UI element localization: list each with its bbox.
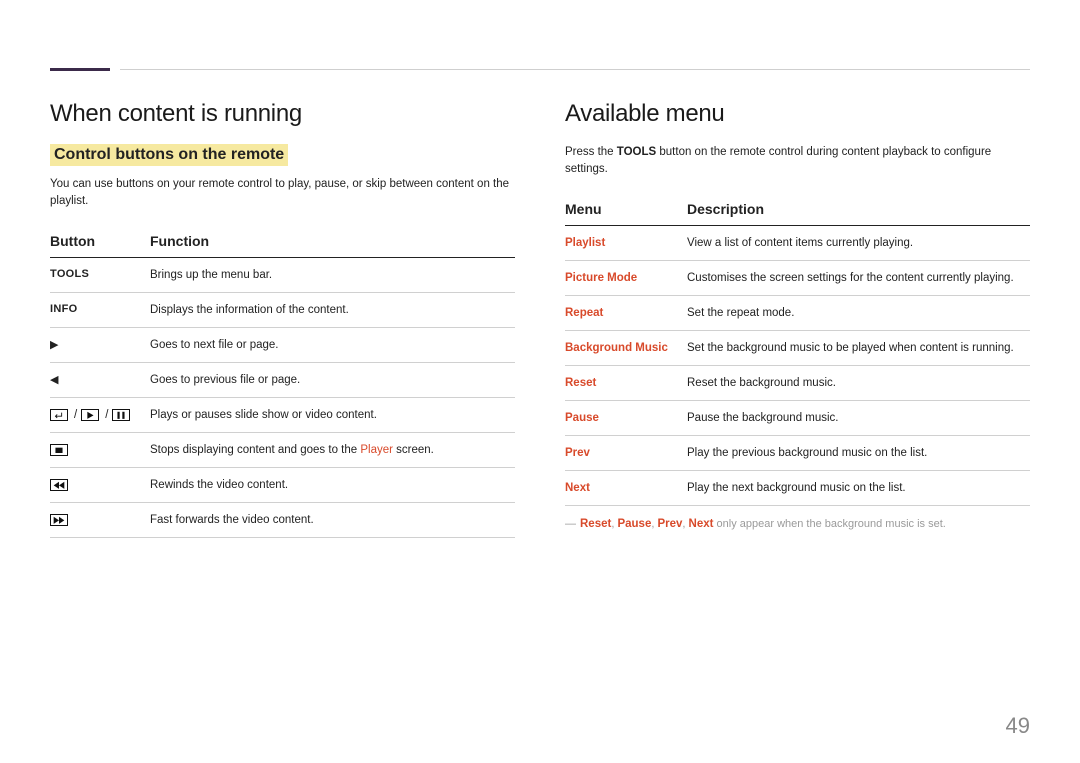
col-header-menu: Menu xyxy=(565,193,687,226)
menu-picture-mode: Picture Mode xyxy=(565,260,687,295)
footnote-reset: Reset xyxy=(580,518,611,530)
desc-repeat: Set the repeat mode. xyxy=(687,295,1030,330)
table-row: TOOLS Brings up the menu bar. xyxy=(50,257,515,292)
menu-background-music: Background Music xyxy=(565,330,687,365)
separator: / xyxy=(105,409,108,421)
play-triangle-left-icon: ◀ xyxy=(50,374,58,386)
menu-table: Menu Description Playlist View a list of… xyxy=(565,193,1030,507)
button-tools: TOOLS xyxy=(50,257,150,292)
page-number: 49 xyxy=(1006,713,1030,739)
heading-available-menu: Available menu xyxy=(565,100,1030,128)
intro-right-bold: TOOLS xyxy=(617,146,656,158)
footnote-next: Next xyxy=(689,518,714,530)
buttons-table: Button Function TOOLS Brings up the menu… xyxy=(50,225,515,539)
table-row: Repeat Set the repeat mode. xyxy=(565,295,1030,330)
menu-reset: Reset xyxy=(565,365,687,400)
stop-boxed-icon xyxy=(50,444,68,456)
function-info: Displays the information of the content. xyxy=(150,292,515,327)
button-rewind xyxy=(50,468,150,503)
table-row: / / Plays or pauses slide show or video … xyxy=(50,397,515,432)
table-row: Fast forwards the video content. xyxy=(50,503,515,538)
header-rule xyxy=(120,69,1030,70)
function-stop: Stops displaying content and goes to the… xyxy=(150,432,515,467)
left-column: When content is running Control buttons … xyxy=(50,60,515,545)
button-info: INFO xyxy=(50,292,150,327)
button-play-pause-group: / / xyxy=(50,397,150,432)
desc-picture-mode: Customises the screen settings for the c… xyxy=(687,260,1030,295)
play-triangle-right-icon: ▶ xyxy=(50,339,58,351)
subheading-control-buttons: Control buttons on the remote xyxy=(50,144,288,166)
menu-repeat: Repeat xyxy=(565,295,687,330)
function-stop-pre: Stops displaying content and goes to the xyxy=(150,444,360,456)
rewind-boxed-icon xyxy=(50,479,68,491)
footnote-prev: Prev xyxy=(657,518,682,530)
heading-when-content-running: When content is running xyxy=(50,100,515,128)
enter-icon xyxy=(50,409,68,421)
page-body: When content is running Control buttons … xyxy=(0,0,1080,545)
button-stop xyxy=(50,432,150,467)
fast-forward-boxed-icon xyxy=(50,514,68,526)
button-fast-forward xyxy=(50,503,150,538)
table-row: Stops displaying content and goes to the… xyxy=(50,432,515,467)
table-row: Next Play the next background music on t… xyxy=(565,471,1030,506)
function-ffw: Fast forwards the video content. xyxy=(150,503,515,538)
play-boxed-icon xyxy=(81,409,99,421)
table-row: Background Music Set the background musi… xyxy=(565,330,1030,365)
desc-prev: Play the previous background music on th… xyxy=(687,436,1030,471)
player-link: Player xyxy=(360,444,393,456)
intro-left: You can use buttons on your remote contr… xyxy=(50,176,515,211)
table-row: INFO Displays the information of the con… xyxy=(50,292,515,327)
function-next: Goes to next file or page. xyxy=(150,327,515,362)
menu-playlist: Playlist xyxy=(565,225,687,260)
table-row: Playlist View a list of content items cu… xyxy=(565,225,1030,260)
col-header-button: Button xyxy=(50,225,150,258)
footnote-bg-music: ―Reset, Pause, Prev, Next only appear wh… xyxy=(565,516,1030,533)
menu-next: Next xyxy=(565,471,687,506)
button-left-arrow: ◀ xyxy=(50,362,150,397)
footnote-rest: only appear when the background music is… xyxy=(713,518,945,530)
header-accent-bar xyxy=(50,68,110,71)
table-row: Prev Play the previous background music … xyxy=(565,436,1030,471)
desc-background-music: Set the background music to be played wh… xyxy=(687,330,1030,365)
right-column: Available menu Press the TOOLS button on… xyxy=(565,60,1030,545)
table-row: Reset Reset the background music. xyxy=(565,365,1030,400)
col-header-function: Function xyxy=(150,225,515,258)
separator: / xyxy=(74,409,77,421)
desc-pause: Pause the background music. xyxy=(687,400,1030,435)
table-row: ▶ Goes to next file or page. xyxy=(50,327,515,362)
desc-playlist: View a list of content items currently p… xyxy=(687,225,1030,260)
table-row: ◀ Goes to previous file or page. xyxy=(50,362,515,397)
intro-right-pre: Press the xyxy=(565,146,617,158)
function-prev: Goes to previous file or page. xyxy=(150,362,515,397)
function-tools: Brings up the menu bar. xyxy=(150,257,515,292)
button-right-arrow: ▶ xyxy=(50,327,150,362)
desc-reset: Reset the background music. xyxy=(687,365,1030,400)
desc-next: Play the next background music on the li… xyxy=(687,471,1030,506)
function-rewind: Rewinds the video content. xyxy=(150,468,515,503)
function-playpause: Plays or pauses slide show or video cont… xyxy=(150,397,515,432)
pause-boxed-icon xyxy=(112,409,130,421)
footnote-dash: ― xyxy=(565,518,576,530)
table-row: Picture Mode Customises the screen setti… xyxy=(565,260,1030,295)
intro-right: Press the TOOLS button on the remote con… xyxy=(565,144,1030,179)
footnote-pause: Pause xyxy=(617,518,651,530)
col-header-description: Description xyxy=(687,193,1030,226)
table-row: Pause Pause the background music. xyxy=(565,400,1030,435)
menu-prev: Prev xyxy=(565,436,687,471)
table-row: Rewinds the video content. xyxy=(50,468,515,503)
menu-pause: Pause xyxy=(565,400,687,435)
function-stop-post: screen. xyxy=(393,444,434,456)
